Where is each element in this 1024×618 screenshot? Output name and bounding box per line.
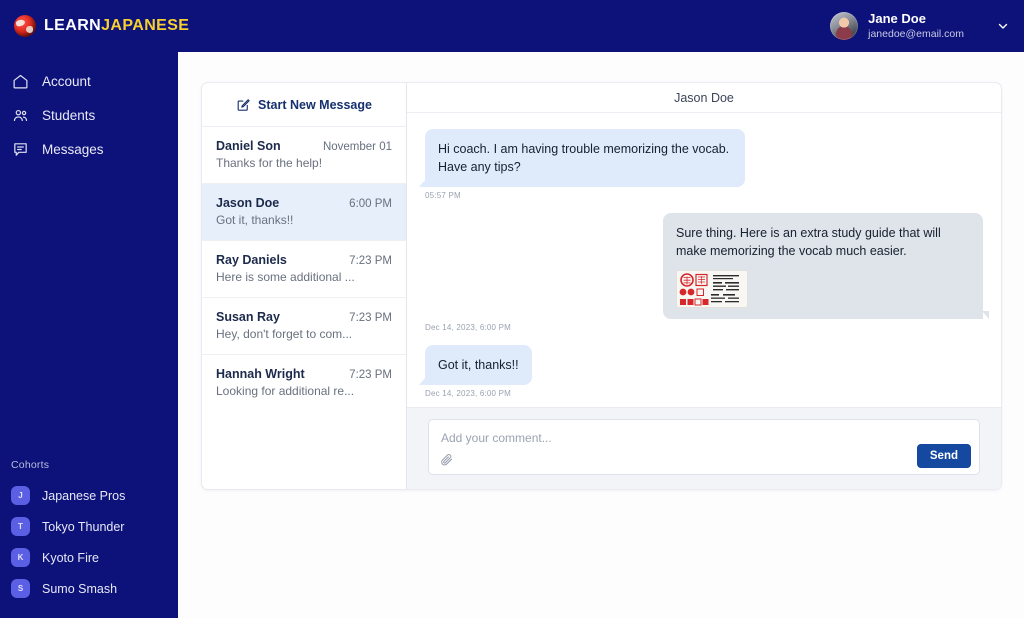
conversation-time: 7:23 PM (349, 369, 392, 381)
conversation-preview: Hey, don't forget to com... (216, 327, 353, 341)
user-meta: Jane Doe janedoe@email.com (868, 11, 964, 40)
conversation-item-jason-doe[interactable]: Jason Doe 6:00 PM Got it, thanks!! (202, 184, 406, 241)
chat-panel: Jason Doe Hi coach. I am having trouble … (407, 82, 1002, 490)
chat-message-outgoing: Sure thing. Here is an extra study guide… (425, 213, 989, 332)
conversation-name: Jason Doe (216, 196, 280, 210)
topbar: Jane Doe janedoe@email.com (178, 0, 1024, 52)
cohort-item-tokyo-thunder[interactable]: T Tokyo Thunder (0, 511, 178, 542)
conversation-time: November 01 (322, 141, 392, 153)
conversation-item-susan-ray[interactable]: Susan Ray 7:23 PM Hey, don't forget to c… (202, 298, 406, 355)
conversation-name: Hannah Wright (216, 367, 305, 381)
cohort-label: Tokyo Thunder (42, 519, 125, 534)
users-icon (11, 106, 29, 124)
cohort-label: Kyoto Fire (42, 550, 99, 565)
conversation-header-row: Hannah Wright 7:23 PM (216, 367, 392, 381)
messages-workspace: Start New Message Daniel Son November 01… (178, 52, 1024, 618)
message-timestamp: 05:57 PM (425, 191, 461, 201)
cohort-initial-badge: S (11, 579, 30, 598)
sidebar-item-label: Account (42, 73, 91, 89)
message-timestamp: Dec 14, 2023, 6:00 PM (425, 322, 512, 332)
brand-logo-wordmark[interactable]: LEARNJAPANESE (0, 0, 189, 52)
send-button[interactable]: Send (916, 444, 971, 468)
user-name: Jane Doe (868, 11, 926, 27)
sidebar-item-label: Students (42, 107, 96, 123)
app-root: LEARNJAPANESE Account Students Messages … (0, 0, 1024, 618)
cohort-label: Japanese Pros (42, 488, 126, 503)
conversation-header-row: Ray Daniels 7:23 PM (216, 253, 392, 267)
cohort-label: Sumo Smash (42, 581, 118, 596)
conversation-preview: Here is some additional ... (216, 270, 355, 284)
conversation-preview: Thanks for the help! (216, 156, 323, 170)
compose-pencil-icon (236, 97, 251, 112)
cohort-item-sumo-smash[interactable]: S Sumo Smash (0, 573, 178, 604)
composer-area: Send (407, 407, 1001, 489)
globe-icon (14, 15, 36, 37)
user-menu[interactable]: Jane Doe janedoe@email.com (830, 11, 1010, 40)
sidebar-item-students[interactable]: Students (0, 98, 178, 132)
conversation-header-row: Jason Doe 6:00 PM (216, 196, 392, 210)
conversation-item-daniel-son[interactable]: Daniel Son November 01 Thanks for the he… (202, 127, 406, 184)
conversation-name: Susan Ray (216, 310, 280, 324)
sidebar-item-messages[interactable]: Messages (0, 132, 178, 166)
japanese-study-guide-thumbnail[interactable] (676, 269, 748, 308)
sidebar-item-account[interactable]: Account (0, 64, 178, 98)
conversation-name: Daniel Son (216, 139, 281, 153)
chat-message-incoming: Hi coach. I am having trouble memorizing… (419, 129, 983, 201)
conversation-time: 6:00 PM (349, 198, 392, 210)
conversation-preview: Looking for additional re... (216, 384, 355, 398)
paperclip-icon[interactable] (439, 452, 454, 467)
home-icon (11, 72, 29, 90)
chat-message-thread: Hi coach. I am having trouble memorizing… (407, 113, 1001, 407)
conversation-header-row: Susan Ray 7:23 PM (216, 310, 392, 324)
primary-nav: Account Students Messages (0, 64, 178, 166)
start-new-message-label: Start New Message (258, 97, 372, 112)
cohort-item-japanese-pros[interactable]: J Japanese Pros (0, 480, 178, 511)
conversation-name: Ray Daniels (216, 253, 287, 267)
message-bubble: Hi coach. I am having trouble memorizing… (419, 129, 745, 188)
cohort-item-kyoto-fire[interactable]: K Kyoto Fire (0, 542, 178, 573)
cohort-initial-badge: J (11, 486, 30, 505)
conversation-item-ray-daniels[interactable]: Ray Daniels 7:23 PM Here is some additio… (202, 241, 406, 298)
sidebar-item-label: Messages (42, 141, 104, 157)
conversation-header-row: Daniel Son November 01 (216, 139, 392, 153)
sidebar: LEARNJAPANESE Account Students Messages … (0, 0, 189, 618)
conversation-time: 7:23 PM (349, 312, 392, 324)
message-bubble: Got it, thanks!! (419, 344, 532, 385)
conversation-time: 7:23 PM (349, 255, 392, 267)
avatar (830, 12, 859, 40)
chat-title: Jason Doe (407, 83, 1001, 113)
cohorts-section-label: Cohorts (11, 459, 50, 471)
message-bubble: Sure thing. Here is an extra study guide… (663, 213, 989, 319)
comment-input[interactable] (441, 431, 967, 445)
conversation-item-hannah-wright[interactable]: Hannah Wright 7:23 PM Looking for additi… (202, 355, 406, 411)
message-timestamp: Dec 14, 2023, 6:00 PM (425, 388, 512, 398)
cohort-initial-badge: K (11, 548, 30, 567)
cohort-list: J Japanese Pros T Tokyo Thunder K Kyoto … (0, 480, 178, 618)
brand-word-learn: LEARN (44, 17, 102, 34)
chat-message-incoming: Got it, thanks!! Dec 14, 2023, 6:00 PM (419, 344, 983, 398)
conversation-preview: Got it, thanks!! (216, 213, 294, 227)
brand-wordmark: LEARNJAPANESE (44, 18, 189, 34)
chevron-down-icon[interactable] (996, 19, 1010, 33)
conversation-list-panel: Start New Message Daniel Son November 01… (201, 82, 407, 490)
brand-word-japanese: JAPANESE (101, 17, 190, 34)
cohort-initial-badge: T (11, 517, 30, 536)
chat-bubble-icon (11, 140, 29, 158)
start-new-message-button[interactable]: Start New Message (202, 83, 406, 127)
main-area: Jane Doe janedoe@email.com Start New Mes… (178, 0, 1024, 618)
user-email: janedoe@email.com (868, 27, 964, 40)
composer-box[interactable]: Send (428, 419, 980, 475)
message-text: Sure thing. Here is an extra study guide… (676, 226, 941, 259)
